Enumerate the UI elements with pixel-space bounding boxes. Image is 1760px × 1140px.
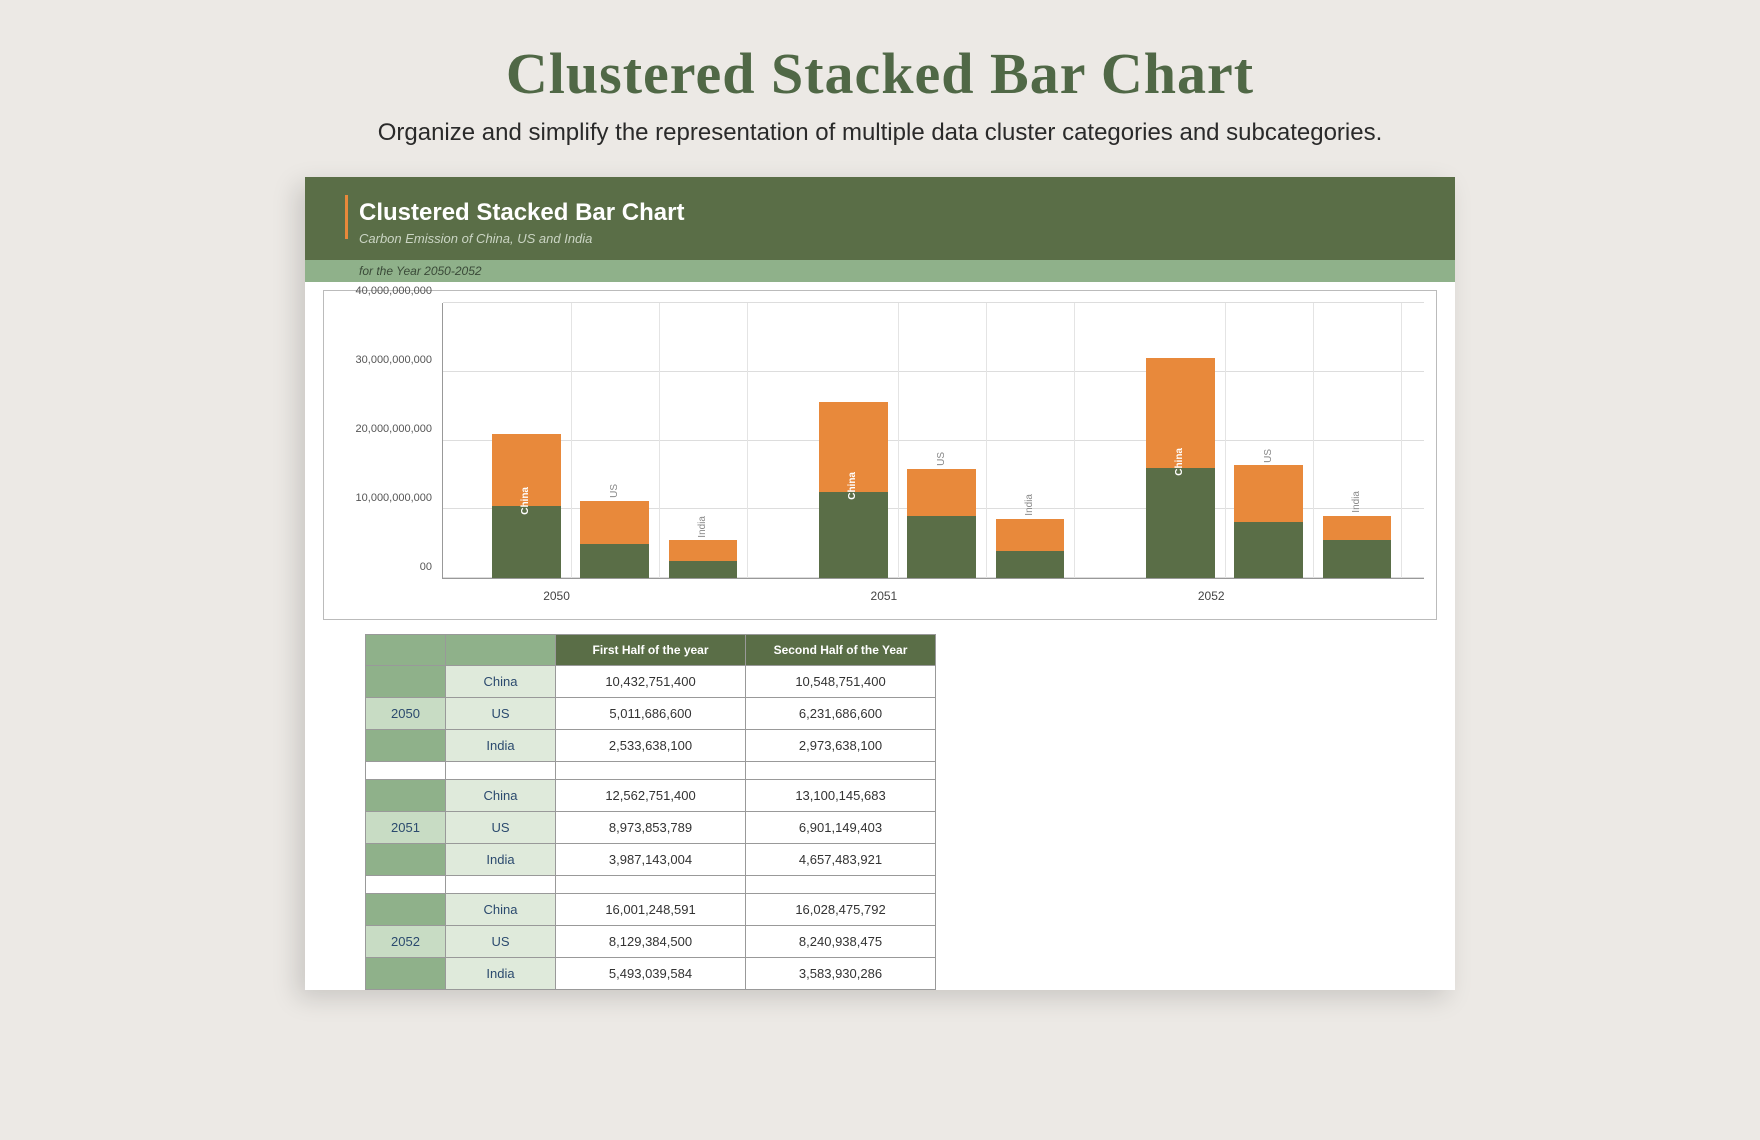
bar-label: China [1174, 448, 1185, 476]
page-subtitle: Organize and simplify the representation… [280, 119, 1480, 147]
value-cell: 8,240,938,475 [746, 926, 936, 958]
doc-strip: for the Year 2050-2052 [305, 260, 1455, 282]
country-cell: India [446, 844, 556, 876]
table-row: China10,432,751,40010,548,751,400 [366, 666, 936, 698]
country-cell: US [446, 698, 556, 730]
table-header-blank2 [446, 635, 556, 666]
table-row: 2051US8,973,853,7896,901,149,403 [366, 812, 936, 844]
bar-2051-US [907, 469, 976, 578]
country-cell: US [446, 812, 556, 844]
value-cell: 8,129,384,500 [556, 926, 746, 958]
y-tick: 00 [420, 561, 432, 573]
bar-label: China [847, 472, 858, 500]
year-cell: 2052 [366, 926, 446, 958]
bar-2052-India [1323, 516, 1392, 578]
value-cell: 16,028,475,792 [746, 894, 936, 926]
value-cell: 6,231,686,600 [746, 698, 936, 730]
y-tick: 40,000,000,000 [356, 285, 432, 297]
year-cell: 2051 [366, 812, 446, 844]
bar-label: India [697, 516, 708, 538]
gridline [443, 440, 1424, 441]
x-label: 2052 [1198, 589, 1225, 603]
value-cell: 8,973,853,789 [556, 812, 746, 844]
blank-cell [366, 666, 446, 698]
country-cell: US [446, 926, 556, 958]
country-cell: India [446, 958, 556, 990]
blank-cell [366, 958, 446, 990]
bar-label: India [1351, 491, 1362, 513]
doc-subtitle: Carbon Emission of China, US and India [359, 231, 1415, 246]
value-cell: 13,100,145,683 [746, 780, 936, 812]
value-cell: 4,657,483,921 [746, 844, 936, 876]
bar-label: US [1263, 449, 1274, 463]
table-row: 2050US5,011,686,6006,231,686,600 [366, 698, 936, 730]
table-row: India5,493,039,5843,583,930,286 [366, 958, 936, 990]
bar-label: US [936, 452, 947, 466]
value-cell: 5,493,039,584 [556, 958, 746, 990]
x-label: 2051 [871, 589, 898, 603]
value-cell: 3,987,143,004 [556, 844, 746, 876]
bar-2052-US [1234, 465, 1303, 578]
value-cell: 6,901,149,403 [746, 812, 936, 844]
blank-cell [366, 844, 446, 876]
value-cell: 3,583,930,286 [746, 958, 936, 990]
table-header-col2: Second Half of the Year [746, 635, 936, 666]
blank-cell [366, 894, 446, 926]
bar-label: China [520, 487, 531, 515]
accent-bar [345, 195, 348, 239]
table-row: India2,533,638,1002,973,638,100 [366, 730, 936, 762]
year-cell: 2050 [366, 698, 446, 730]
chart-area: 00 10,000,000,000 20,000,000,000 30,000,000… [323, 290, 1437, 620]
value-cell: 10,548,751,400 [746, 666, 936, 698]
blank-cell [366, 730, 446, 762]
x-label: 2050 [543, 589, 570, 603]
value-cell: 10,432,751,400 [556, 666, 746, 698]
data-table: First Half of the year Second Half of th… [365, 634, 936, 990]
country-cell: China [446, 780, 556, 812]
table-row: India3,987,143,0044,657,483,921 [366, 844, 936, 876]
bar-label: US [609, 484, 620, 498]
table-row: China16,001,248,59116,028,475,792 [366, 894, 936, 926]
value-cell: 16,001,248,591 [556, 894, 746, 926]
country-cell: India [446, 730, 556, 762]
y-tick: 20,000,000,000 [356, 423, 432, 435]
y-tick: 30,000,000,000 [356, 354, 432, 366]
blank-cell [366, 780, 446, 812]
doc-title: Clustered Stacked Bar Chart [359, 199, 1415, 227]
bar-label: India [1024, 494, 1035, 516]
value-cell: 12,562,751,400 [556, 780, 746, 812]
page-title: Clustered Stacked Bar Chart [280, 40, 1480, 107]
table-header-col1: First Half of the year [556, 635, 746, 666]
table-header-blank [366, 635, 446, 666]
y-tick: 10,000,000,000 [356, 492, 432, 504]
country-cell: China [446, 894, 556, 926]
bar-2050-US [580, 501, 649, 578]
gridline [443, 302, 1424, 303]
gridline [443, 371, 1424, 372]
table-row: China12,562,751,40013,100,145,683 [366, 780, 936, 812]
country-cell: China [446, 666, 556, 698]
value-cell: 5,011,686,600 [556, 698, 746, 730]
doc-header: Clustered Stacked Bar Chart Carbon Emiss… [305, 177, 1455, 260]
bar-2051-India [996, 519, 1065, 578]
table-row: 2052US8,129,384,5008,240,938,475 [366, 926, 936, 958]
value-cell: 2,973,638,100 [746, 730, 936, 762]
document-preview: Clustered Stacked Bar Chart Carbon Emiss… [305, 177, 1455, 990]
value-cell: 2,533,638,100 [556, 730, 746, 762]
bar-2050-India [669, 540, 738, 578]
